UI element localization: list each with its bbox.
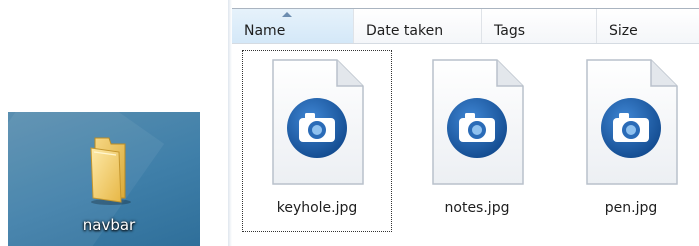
column-header-date-taken[interactable]: Date taken <box>354 9 482 43</box>
camera-icon <box>272 59 364 185</box>
desktop-background: navbar <box>8 112 200 246</box>
camera-icon <box>432 59 524 185</box>
file-name-label: notes.jpg <box>444 200 510 216</box>
file-explorer-pane: Name Date taken Tags Size keyhole.jpg no… <box>228 0 699 246</box>
desktop-folder-label: navbar <box>82 216 136 234</box>
file-item-keyhole[interactable]: keyhole.jpg <box>242 50 392 232</box>
file-name-label: keyhole.jpg <box>276 200 358 216</box>
column-header-name-label: Name <box>244 23 286 39</box>
sort-ascending-icon <box>282 12 292 17</box>
file-name-label: pen.jpg <box>604 200 658 216</box>
file-item-notes[interactable]: notes.jpg <box>402 50 552 232</box>
camera-icon <box>586 59 678 185</box>
column-header-size[interactable]: Size <box>597 9 699 43</box>
desktop-folder-navbar[interactable]: navbar <box>63 132 155 242</box>
column-header-bar: Name Date taken Tags Size <box>232 8 699 44</box>
column-header-date-taken-label: Date taken <box>366 23 444 39</box>
file-item-pen[interactable]: pen.jpg <box>556 50 699 232</box>
folder-icon <box>90 137 131 205</box>
column-header-name[interactable]: Name <box>232 9 354 43</box>
column-header-tags-label: Tags <box>494 23 525 39</box>
column-header-size-label: Size <box>609 23 638 39</box>
column-header-tags[interactable]: Tags <box>482 9 597 43</box>
